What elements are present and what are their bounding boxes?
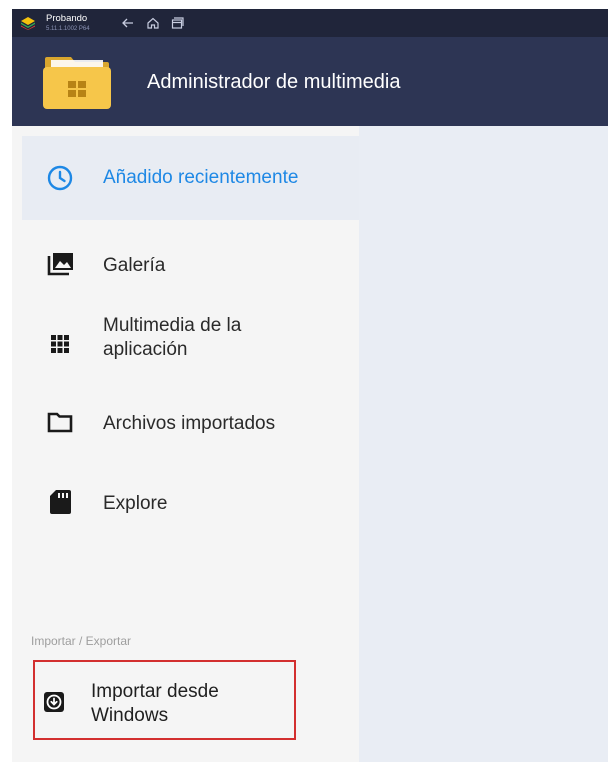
home-icon[interactable] (145, 15, 161, 31)
bluestacks-logo-icon (21, 17, 35, 30)
download-icon (44, 692, 64, 712)
sidebar-item-imported-files[interactable]: Archivos importados (22, 392, 359, 456)
section-header-import-export: Importar / Exportar (31, 634, 132, 648)
app-name: Probando (46, 13, 88, 24)
sidebar-item-recent[interactable]: Añadido recientemente (22, 136, 359, 220)
import-item-label: Importar desde Windows (91, 681, 219, 726)
sidebar-item-label: Galería (103, 255, 166, 276)
sd-card-icon (50, 490, 71, 514)
sidebar-item-explore[interactable]: Explore (22, 472, 359, 536)
main-content-area (359, 126, 608, 762)
system-bar: Probando 5.11.1.1002 P64 (12, 9, 608, 37)
title-bar: Administrador de multimedia (12, 37, 608, 126)
recents-icon[interactable] (169, 15, 185, 31)
folder-icon (47, 412, 73, 433)
import-from-windows-button[interactable]: Importar desde Windows (33, 660, 296, 740)
sidebar-item-app-media[interactable]: Multimedia de la aplicación (22, 306, 359, 382)
folder-windows-icon (43, 57, 111, 109)
sidebar-item-label: Añadido recientemente (103, 167, 299, 188)
page-title: Administrador de multimedia (147, 71, 401, 93)
app-version: 5.11.1.1002 P64 (46, 26, 90, 32)
gallery-icon (47, 253, 73, 276)
back-arrow-icon[interactable] (120, 15, 136, 31)
clock-icon (47, 165, 73, 191)
sidebar-item-label: Archivos importados (103, 413, 276, 434)
sidebar-item-gallery[interactable]: Galería (22, 234, 359, 298)
sidebar-item-label: Multimedia de la aplicación (103, 315, 242, 360)
grid-icon (51, 335, 69, 353)
sidebar-item-label: Explore (103, 493, 168, 514)
